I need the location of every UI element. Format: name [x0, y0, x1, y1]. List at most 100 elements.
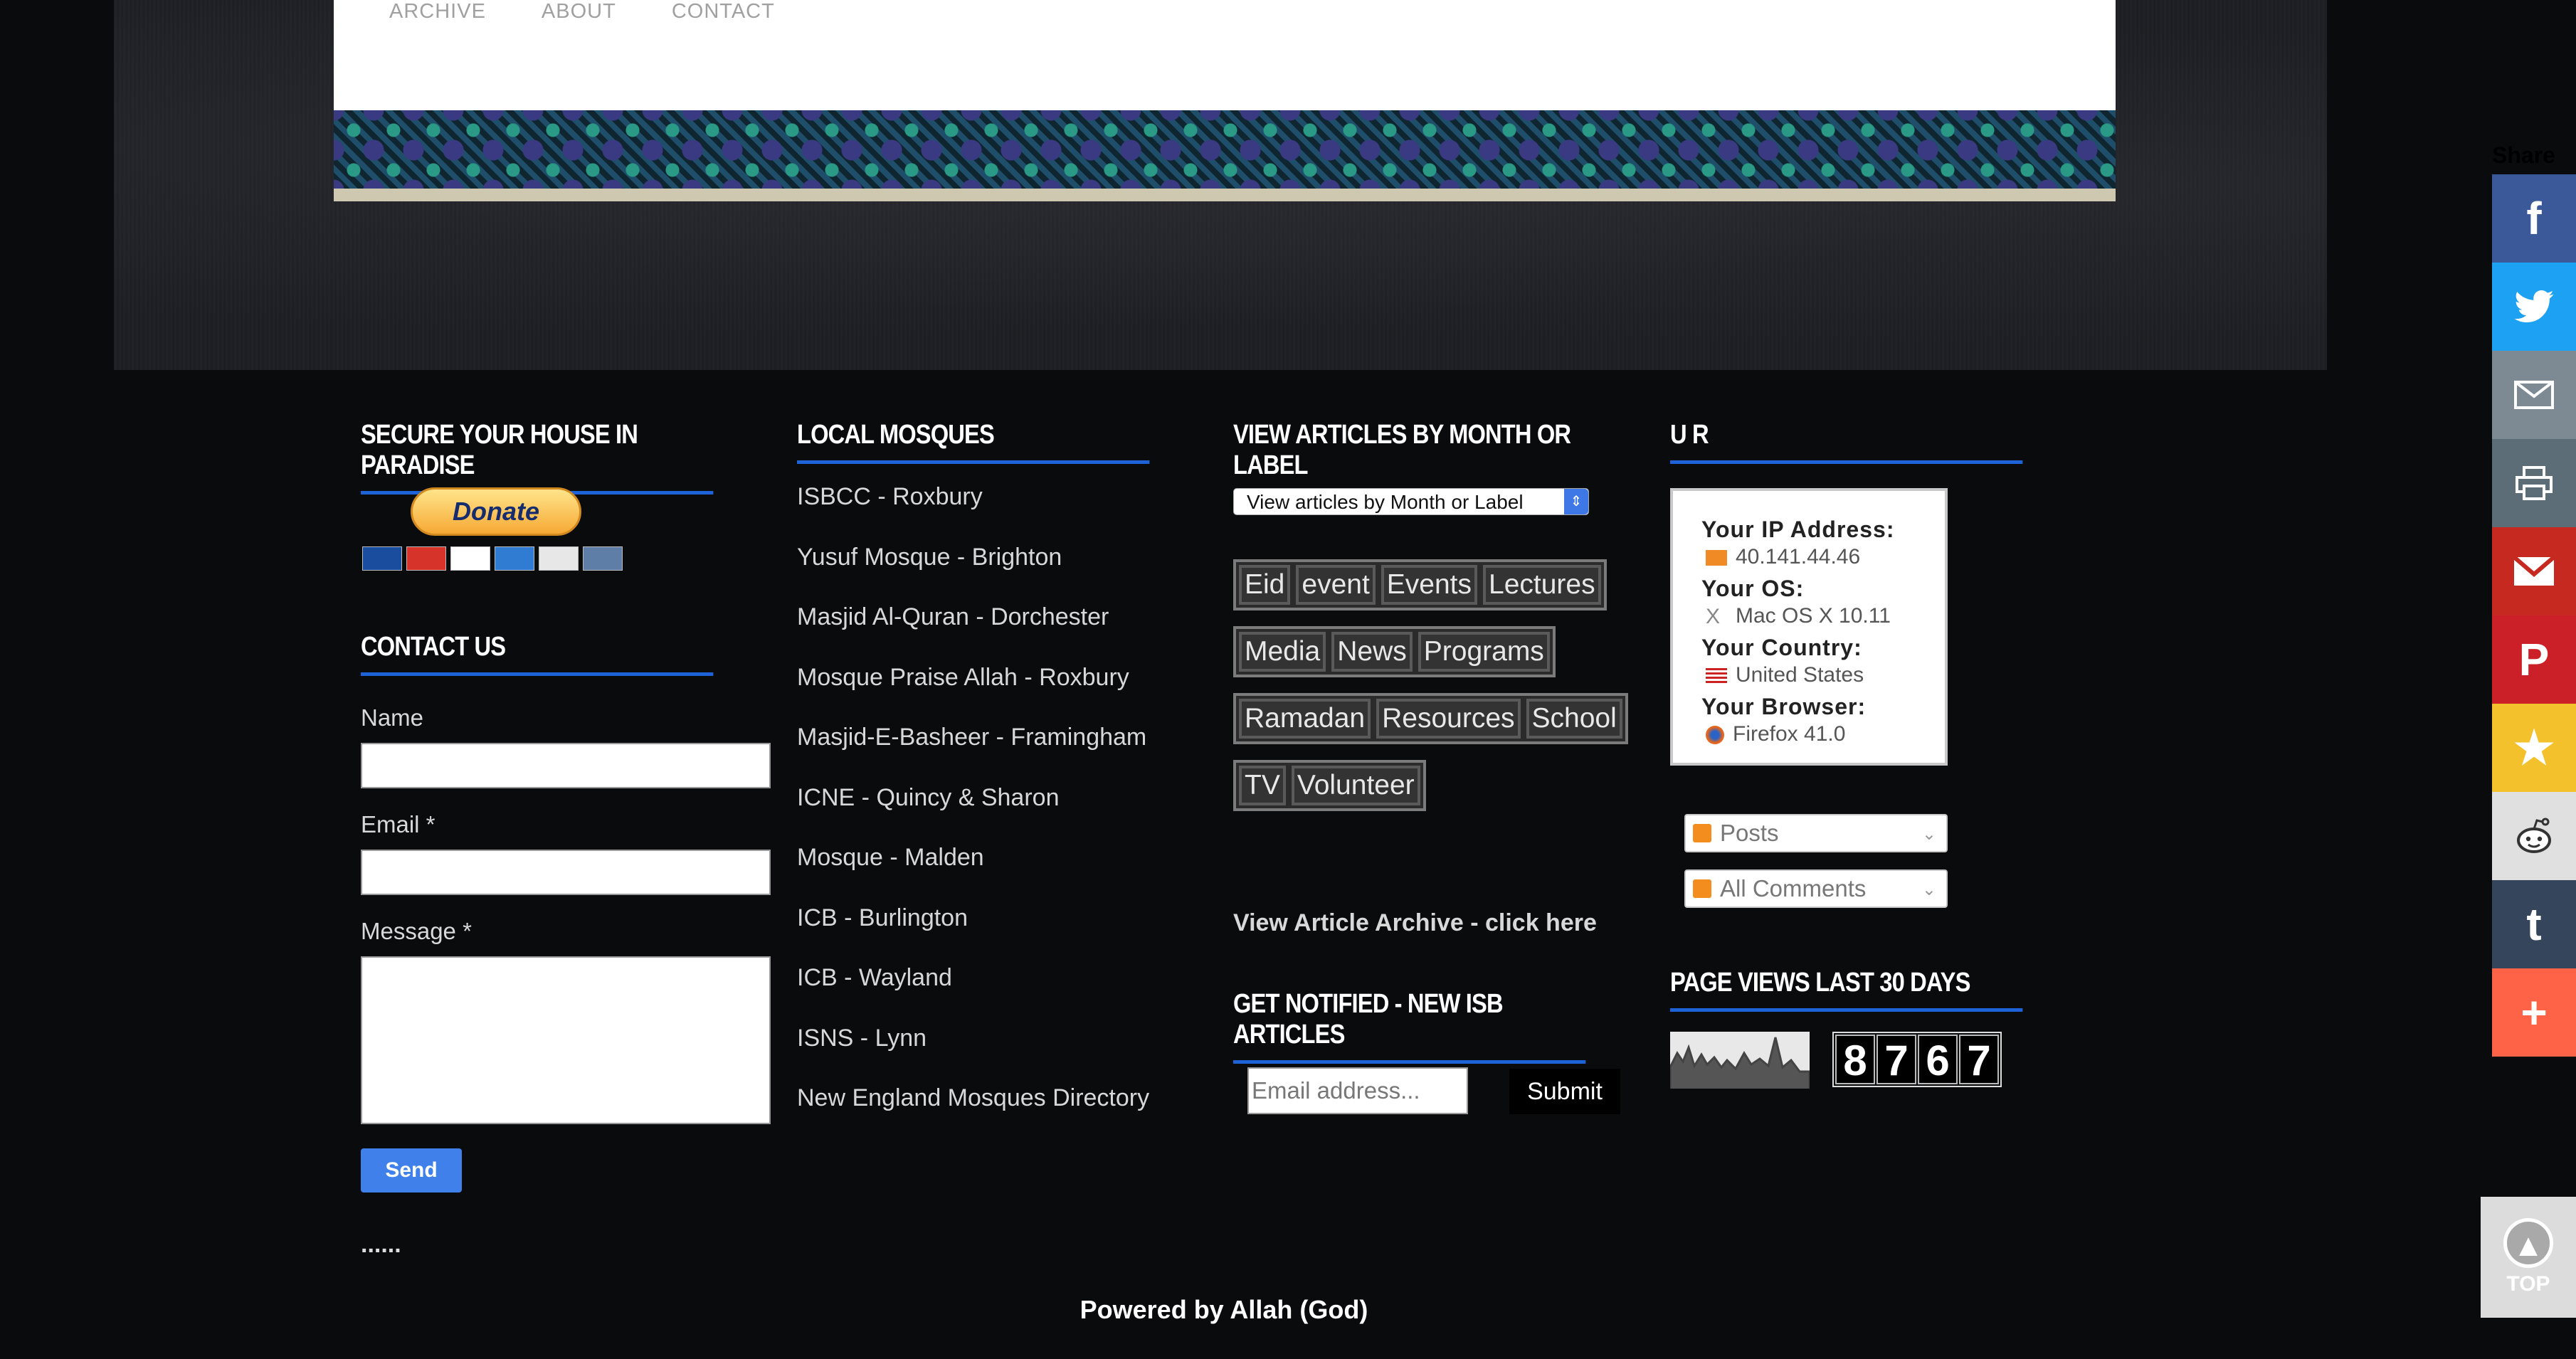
- rss-icon: [1693, 879, 1711, 898]
- bank-icon: [583, 546, 623, 571]
- label-row: Eid event Events Lectures: [1233, 559, 1607, 610]
- label-cloud: Eid event Events Lectures Media News Pro…: [1233, 559, 1632, 827]
- counter-digit: 7: [1959, 1035, 1999, 1084]
- nav-about[interactable]: ABOUT: [542, 0, 616, 23]
- label-news[interactable]: News: [1331, 632, 1413, 672]
- donate-button[interactable]: Donate: [411, 487, 581, 536]
- mosque-link[interactable]: ICB - Burlington: [797, 904, 1149, 964]
- label-lectures[interactable]: Lectures: [1483, 565, 1601, 605]
- browser-label: Your Browser:: [1701, 694, 1867, 719]
- subscribe-email-input[interactable]: Email address...: [1247, 1067, 1468, 1114]
- email-icon[interactable]: [2492, 351, 2576, 439]
- mastercard-icon: [406, 546, 446, 571]
- page-views-counter: 8 7 6 7: [1832, 1032, 2002, 1087]
- label-resources[interactable]: Resources: [1376, 699, 1521, 739]
- chevron-down-icon: ⌄: [1921, 880, 1936, 899]
- os-label: Your OS:: [1701, 576, 1805, 601]
- reddit-icon[interactable]: [2492, 792, 2576, 880]
- local-mosques-column: LOCAL MOSQUES ISBCC - Roxbury Yusuf Mosq…: [797, 420, 1207, 1111]
- mosque-link[interactable]: Yusuf Mosque - Brighton: [797, 543, 1149, 603]
- name-field[interactable]: [361, 743, 771, 788]
- contact-section: CONTACT US: [361, 632, 771, 676]
- select-value: View articles by Month or Label: [1247, 491, 1524, 513]
- tumblr-icon[interactable]: t: [2492, 880, 2576, 968]
- twitter-icon[interactable]: [2492, 263, 2576, 351]
- message-field[interactable]: [361, 956, 771, 1124]
- posts-feed-dropdown[interactable]: Posts ⌄: [1684, 814, 1948, 852]
- notify-section: GET NOTIFIED - NEW ISB ARTICLES: [1233, 989, 1643, 1064]
- contact-title: CONTACT US: [361, 632, 714, 676]
- nav-contact[interactable]: CONTACT: [672, 0, 775, 23]
- label-row: TV Volunteer: [1233, 760, 1426, 811]
- us-flag-icon: [1706, 668, 1727, 684]
- ur-title: U R: [1670, 420, 2023, 464]
- country-value: United States: [1706, 661, 1916, 689]
- share-bar: f P ★ t +: [2492, 174, 2576, 1057]
- facebook-icon[interactable]: f: [2492, 174, 2576, 263]
- mosque-link[interactable]: ICB - Wayland: [797, 963, 1149, 1024]
- message-label: Message *: [361, 918, 472, 944]
- subscribe-submit-button[interactable]: Submit: [1509, 1069, 1620, 1114]
- articles-column: VIEW ARTICLES BY MONTH OR LABEL View art…: [1233, 420, 1643, 1114]
- visitor-info-column: U R Your IP Address: 40.141.44.46 Your O…: [1669, 420, 2080, 1089]
- label-event[interactable]: event: [1296, 565, 1376, 605]
- discover-icon: [539, 546, 579, 571]
- label-row: Media News Programs: [1233, 626, 1556, 677]
- top-nav: ARCHIVE ABOUT CONTACT: [389, 0, 775, 23]
- label-tv[interactable]: TV: [1239, 766, 1286, 805]
- page-views-sparkline: [1669, 1032, 1811, 1089]
- counter-digit: 6: [1918, 1035, 1958, 1084]
- firefox-icon: [1706, 726, 1724, 745]
- donate-contact-column: SECURE YOUR HOUSE IN PARADISE Donate CON…: [361, 420, 771, 1258]
- mosque-link[interactable]: ISNS - Lynn: [797, 1024, 1149, 1084]
- label-school[interactable]: School: [1526, 699, 1622, 739]
- mosque-link[interactable]: Mosque - Malden: [797, 843, 1149, 904]
- page-views-section: PAGE VIEWS LAST 30 DAYS: [1670, 968, 2080, 1012]
- page-views-title: PAGE VIEWS LAST 30 DAYS: [1670, 968, 2023, 1012]
- month-label-select[interactable]: View articles by Month or Label ⇕: [1233, 488, 1589, 515]
- donate-section-title: SECURE YOUR HOUSE IN PARADISE: [361, 420, 714, 495]
- label-volunteer[interactable]: Volunteer: [1291, 766, 1420, 805]
- top-label: TOP: [2506, 1272, 2550, 1296]
- mosque-link[interactable]: Masjid Al-Quran - Dorchester: [797, 603, 1149, 663]
- visitor-info-box: Your IP Address: 40.141.44.46 Your OS: X…: [1670, 488, 1948, 766]
- mosque-link[interactable]: New England Mosques Directory: [797, 1084, 1149, 1144]
- send-button[interactable]: Send: [361, 1148, 462, 1193]
- mosque-list: ISBCC - Roxbury Yusuf Mosque - Brighton …: [797, 482, 1149, 1144]
- mosque-link[interactable]: ISBCC - Roxbury: [797, 482, 1149, 543]
- more-icon[interactable]: +: [2492, 968, 2576, 1057]
- label-media[interactable]: Media: [1239, 632, 1326, 672]
- email-field[interactable]: [361, 850, 771, 895]
- mosque-link[interactable]: ICNE - Quincy & Sharon: [797, 783, 1149, 844]
- favorite-icon[interactable]: ★: [2492, 704, 2576, 792]
- ip-icon: [1706, 550, 1727, 566]
- label-eid[interactable]: Eid: [1239, 565, 1291, 605]
- counter-digit: 7: [1876, 1035, 1916, 1084]
- articles-title: VIEW ARTICLES BY MONTH OR LABEL: [1233, 420, 1586, 495]
- print-icon[interactable]: [2492, 439, 2576, 527]
- mosques-title: LOCAL MOSQUES: [797, 420, 1150, 464]
- label-programs[interactable]: Programs: [1418, 632, 1550, 672]
- pinterest-icon[interactable]: P: [2492, 615, 2576, 704]
- header-card: ARCHIVE ABOUT CONTACT: [334, 0, 2116, 110]
- gmail-icon[interactable]: [2492, 527, 2576, 615]
- counter-digit: 8: [1835, 1035, 1875, 1084]
- nav-archive[interactable]: ARCHIVE: [389, 0, 486, 23]
- label-row: Ramadan Resources School: [1233, 693, 1628, 744]
- ip-value: 40.141.44.46: [1706, 543, 1916, 571]
- mosque-link[interactable]: Mosque Praise Allah - Roxbury: [797, 663, 1149, 724]
- label-events[interactable]: Events: [1381, 565, 1478, 605]
- notify-title: GET NOTIFIED - NEW ISB ARTICLES: [1233, 989, 1586, 1064]
- email-label: Email *: [361, 811, 436, 837]
- comments-feed-dropdown[interactable]: All Comments ⌄: [1684, 869, 1948, 908]
- label-ramadan[interactable]: Ramadan: [1239, 699, 1371, 739]
- browser-value: Firefox 41.0: [1706, 720, 1916, 749]
- payment-cards: [362, 546, 623, 571]
- decorative-tile-band: [334, 110, 2116, 201]
- share-label: Share: [2492, 142, 2555, 168]
- select-arrow-icon: ⇕: [1564, 489, 1588, 514]
- maestro-icon: [362, 546, 402, 571]
- archive-link[interactable]: View Article Archive - click here: [1233, 909, 1597, 937]
- scroll-top-button[interactable]: ▲ TOP: [2481, 1197, 2576, 1318]
- mosque-link[interactable]: Masjid-E-Basheer - Framingham: [797, 723, 1149, 783]
